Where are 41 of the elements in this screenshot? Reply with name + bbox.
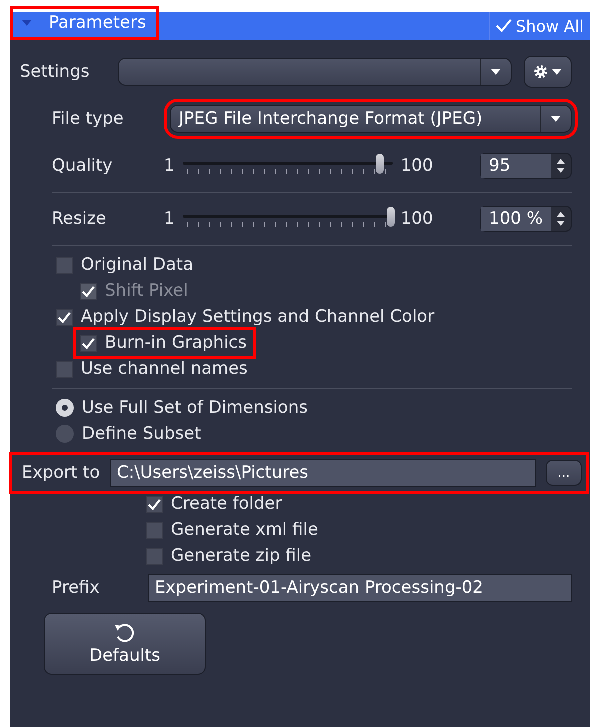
checkbox[interactable]: Original Data <box>52 252 200 278</box>
defaults-button[interactable]: Defaults <box>44 613 206 675</box>
file-type-label: File type <box>52 109 125 129</box>
radio-option[interactable]: Use Full Set of Dimensions <box>52 395 314 421</box>
checkmark-icon <box>148 498 161 510</box>
settings-label: Settings <box>20 62 91 82</box>
checkmark-icon <box>82 286 95 296</box>
export-label: Export to <box>22 463 102 483</box>
checkbox[interactable]: Generate zip file <box>142 543 318 569</box>
number-spinbox[interactable]: 95 <box>480 153 572 179</box>
export-path-field[interactable]: C:\Users\zeiss\Pictures <box>110 459 536 487</box>
checkbox[interactable]: Create folder <box>142 491 288 517</box>
checkmark-icon <box>496 19 512 33</box>
checkbox[interactable]: Apply Display Settings and Channel Color <box>52 304 441 330</box>
browse-button[interactable]: ... <box>546 460 582 486</box>
radio-option[interactable]: Define Subset <box>52 421 208 447</box>
prefix-label: Prefix <box>52 578 101 598</box>
caret-icon <box>490 68 502 76</box>
slider-max-value: 100 <box>400 209 434 229</box>
slider-min-value: 1 <box>164 156 175 176</box>
checkbox[interactable]: Generate xml file <box>142 517 324 543</box>
slider-min-value: 1 <box>164 209 175 229</box>
gear-menu-button[interactable] <box>524 56 572 88</box>
checkmark-icon <box>82 338 95 348</box>
number-spinbox[interactable]: 100 % <box>480 206 572 232</box>
slider-thumb[interactable] <box>386 207 395 227</box>
slider-label: Quality <box>52 156 114 176</box>
slider-max-value: 100 <box>400 156 434 176</box>
caret-icon <box>21 19 33 27</box>
checkmark-icon <box>58 312 71 322</box>
gear-icon <box>533 64 549 80</box>
checkbox[interactable]: Use channel names <box>52 356 254 382</box>
section-header-toggle[interactable]: Parameters <box>10 6 160 40</box>
caret-icon <box>551 68 563 76</box>
checkbox[interactable]: Burn-in Graphics <box>76 330 254 356</box>
undo-icon <box>113 622 137 644</box>
slider-label: Resize <box>52 209 108 229</box>
prefix-field[interactable]: Experiment-01-Airyscan Processing-02 <box>148 574 572 602</box>
caret-icon <box>550 115 562 123</box>
show-all-toggle[interactable]: Show All <box>488 12 590 40</box>
slider-thumb[interactable] <box>376 154 384 174</box>
